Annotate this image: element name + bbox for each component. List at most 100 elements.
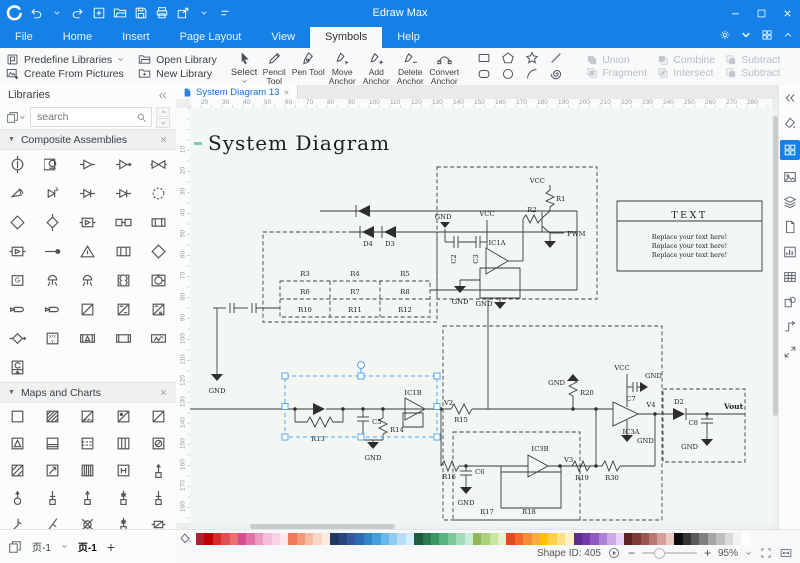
fit-window-icon[interactable] (782, 344, 798, 360)
collapse-ribbon-icon[interactable] (782, 29, 794, 41)
library-symbol-boundary-marker[interactable] (35, 484, 70, 511)
library-symbol-survey-point-circle[interactable] (0, 484, 35, 511)
collapse-panel-icon[interactable] (782, 90, 798, 106)
library-symbol-hatched-area[interactable] (35, 403, 70, 430)
library-symbol-boxed-amplifier[interactable] (0, 237, 35, 266)
add-page-button[interactable]: + (107, 539, 115, 555)
color-swatch[interactable] (297, 533, 305, 545)
library-symbol-wave-area[interactable] (70, 430, 105, 457)
delete-anchor-button[interactable]: Delete Anchor (393, 48, 427, 85)
color-swatch[interactable] (221, 533, 229, 545)
library-symbol-guide-ring[interactable] (141, 179, 176, 208)
library-symbol-buffer-amplifier[interactable] (106, 150, 141, 179)
selection-box[interactable] (282, 362, 440, 441)
color-swatch[interactable] (691, 533, 699, 545)
library-symbol-signal-lamp[interactable] (70, 266, 105, 295)
library-symbol-plain-area[interactable] (0, 403, 35, 430)
library-symbol-fuse-capsule[interactable] (0, 295, 35, 324)
move-anchor-button[interactable]: Move Anchor (325, 48, 359, 85)
maximize-button[interactable] (748, 0, 774, 26)
library-symbol-cut-line[interactable] (35, 511, 70, 530)
symbol-library-icon[interactable] (780, 140, 800, 160)
color-swatch[interactable] (347, 533, 355, 545)
section-collapse-icon[interactable]: ▼ (8, 136, 15, 143)
menu-tab-home[interactable]: Home (48, 27, 107, 48)
library-symbol-surge-arrester[interactable] (35, 179, 70, 208)
color-swatch[interactable] (397, 533, 405, 545)
open-file-icon[interactable] (111, 5, 128, 22)
color-swatch[interactable] (532, 533, 540, 545)
zoom-slider[interactable] (642, 552, 697, 554)
library-symbol-horn-speaker[interactable] (0, 179, 35, 208)
color-swatch[interactable] (498, 533, 506, 545)
color-swatch[interactable] (389, 533, 397, 545)
color-swatch[interactable] (666, 533, 674, 545)
color-swatch[interactable] (414, 533, 422, 545)
shape-arc-button[interactable] (525, 67, 540, 82)
color-swatch[interactable] (515, 533, 523, 545)
color-swatch[interactable] (448, 533, 456, 545)
color-swatch[interactable] (649, 533, 657, 545)
new-library-button[interactable]: New Library (138, 67, 217, 80)
library-symbol-control-point[interactable] (106, 484, 141, 511)
library-symbol-well-marker[interactable] (141, 430, 176, 457)
zoom-slider-knob[interactable] (654, 548, 665, 559)
color-swatch[interactable] (330, 533, 338, 545)
select-tool-button[interactable]: Select (231, 48, 257, 85)
selection-handle[interactable] (358, 373, 364, 379)
library-symbol-station-symbol[interactable] (106, 511, 141, 530)
color-swatch[interactable] (406, 533, 414, 545)
close-tab-icon[interactable] (283, 89, 290, 96)
chevron-down-icon[interactable] (745, 550, 752, 557)
active-page-tab[interactable]: 页-1 (78, 539, 97, 554)
color-swatch[interactable] (456, 533, 464, 545)
library-symbol-flow-diamond[interactable] (0, 208, 35, 237)
color-swatch[interactable] (716, 533, 724, 545)
library-symbol-diagonal-area[interactable] (141, 403, 176, 430)
color-swatch[interactable] (238, 533, 246, 545)
color-swatch[interactable] (565, 533, 573, 545)
color-swatch[interactable] (280, 533, 288, 545)
section-header-composite-assemblies[interactable]: ▼Composite Assemblies (0, 129, 176, 150)
color-swatch[interactable] (272, 533, 280, 545)
color-swatch[interactable] (741, 533, 749, 545)
color-swatch[interactable] (590, 533, 598, 545)
color-swatch[interactable] (246, 533, 254, 545)
add-anchor-button[interactable]: Add Anchor (359, 48, 393, 85)
color-swatch[interactable] (632, 533, 640, 545)
color-swatch[interactable] (733, 533, 741, 545)
color-swatch[interactable] (230, 533, 238, 545)
library-symbol-cross-hatched-area[interactable] (0, 457, 35, 484)
library-symbol-amplifier[interactable] (70, 150, 105, 179)
menu-tab-page-layout[interactable]: Page Layout (165, 27, 257, 48)
fill-color-icon[interactable] (179, 532, 193, 546)
page-setup-icon[interactable] (782, 219, 798, 235)
color-swatch[interactable] (725, 533, 733, 545)
selection-handle[interactable] (434, 373, 440, 379)
create-from-pictures-button[interactable]: Create From Pictures (6, 67, 124, 80)
library-selector-button[interactable] (6, 111, 26, 124)
shape-ellipse-button[interactable] (501, 67, 516, 82)
minimize-button[interactable] (722, 0, 748, 26)
clipart-icon[interactable] (782, 294, 798, 310)
color-swatch[interactable] (616, 533, 624, 545)
library-symbol-protective-earth[interactable] (70, 237, 105, 266)
chart-icon[interactable] (782, 244, 798, 260)
color-swatch[interactable] (305, 533, 313, 545)
library-symbol-monument-marker[interactable] (141, 484, 176, 511)
library-symbol-triangulation-point[interactable] (70, 484, 105, 511)
library-symbol-relay-assembly[interactable] (106, 237, 141, 266)
symbol-tools-button[interactable]: Symbol Tools (794, 48, 800, 85)
new-document-icon[interactable] (90, 5, 107, 22)
library-symbol-indicator-bulb[interactable] (35, 266, 70, 295)
color-swatch[interactable] (582, 533, 590, 545)
library-symbol-column-area[interactable] (106, 430, 141, 457)
library-symbol-marked-area[interactable] (106, 403, 141, 430)
library-symbol-slope-symbol[interactable] (0, 511, 35, 530)
selection-handle[interactable] (358, 434, 364, 440)
library-symbol-culvert-symbol[interactable] (141, 511, 176, 530)
menu-tab-file[interactable]: File (0, 27, 48, 48)
menu-tab-symbols[interactable]: Symbols (310, 27, 382, 48)
library-symbol-junction-box[interactable] (106, 324, 141, 353)
color-swatch[interactable] (288, 533, 296, 545)
